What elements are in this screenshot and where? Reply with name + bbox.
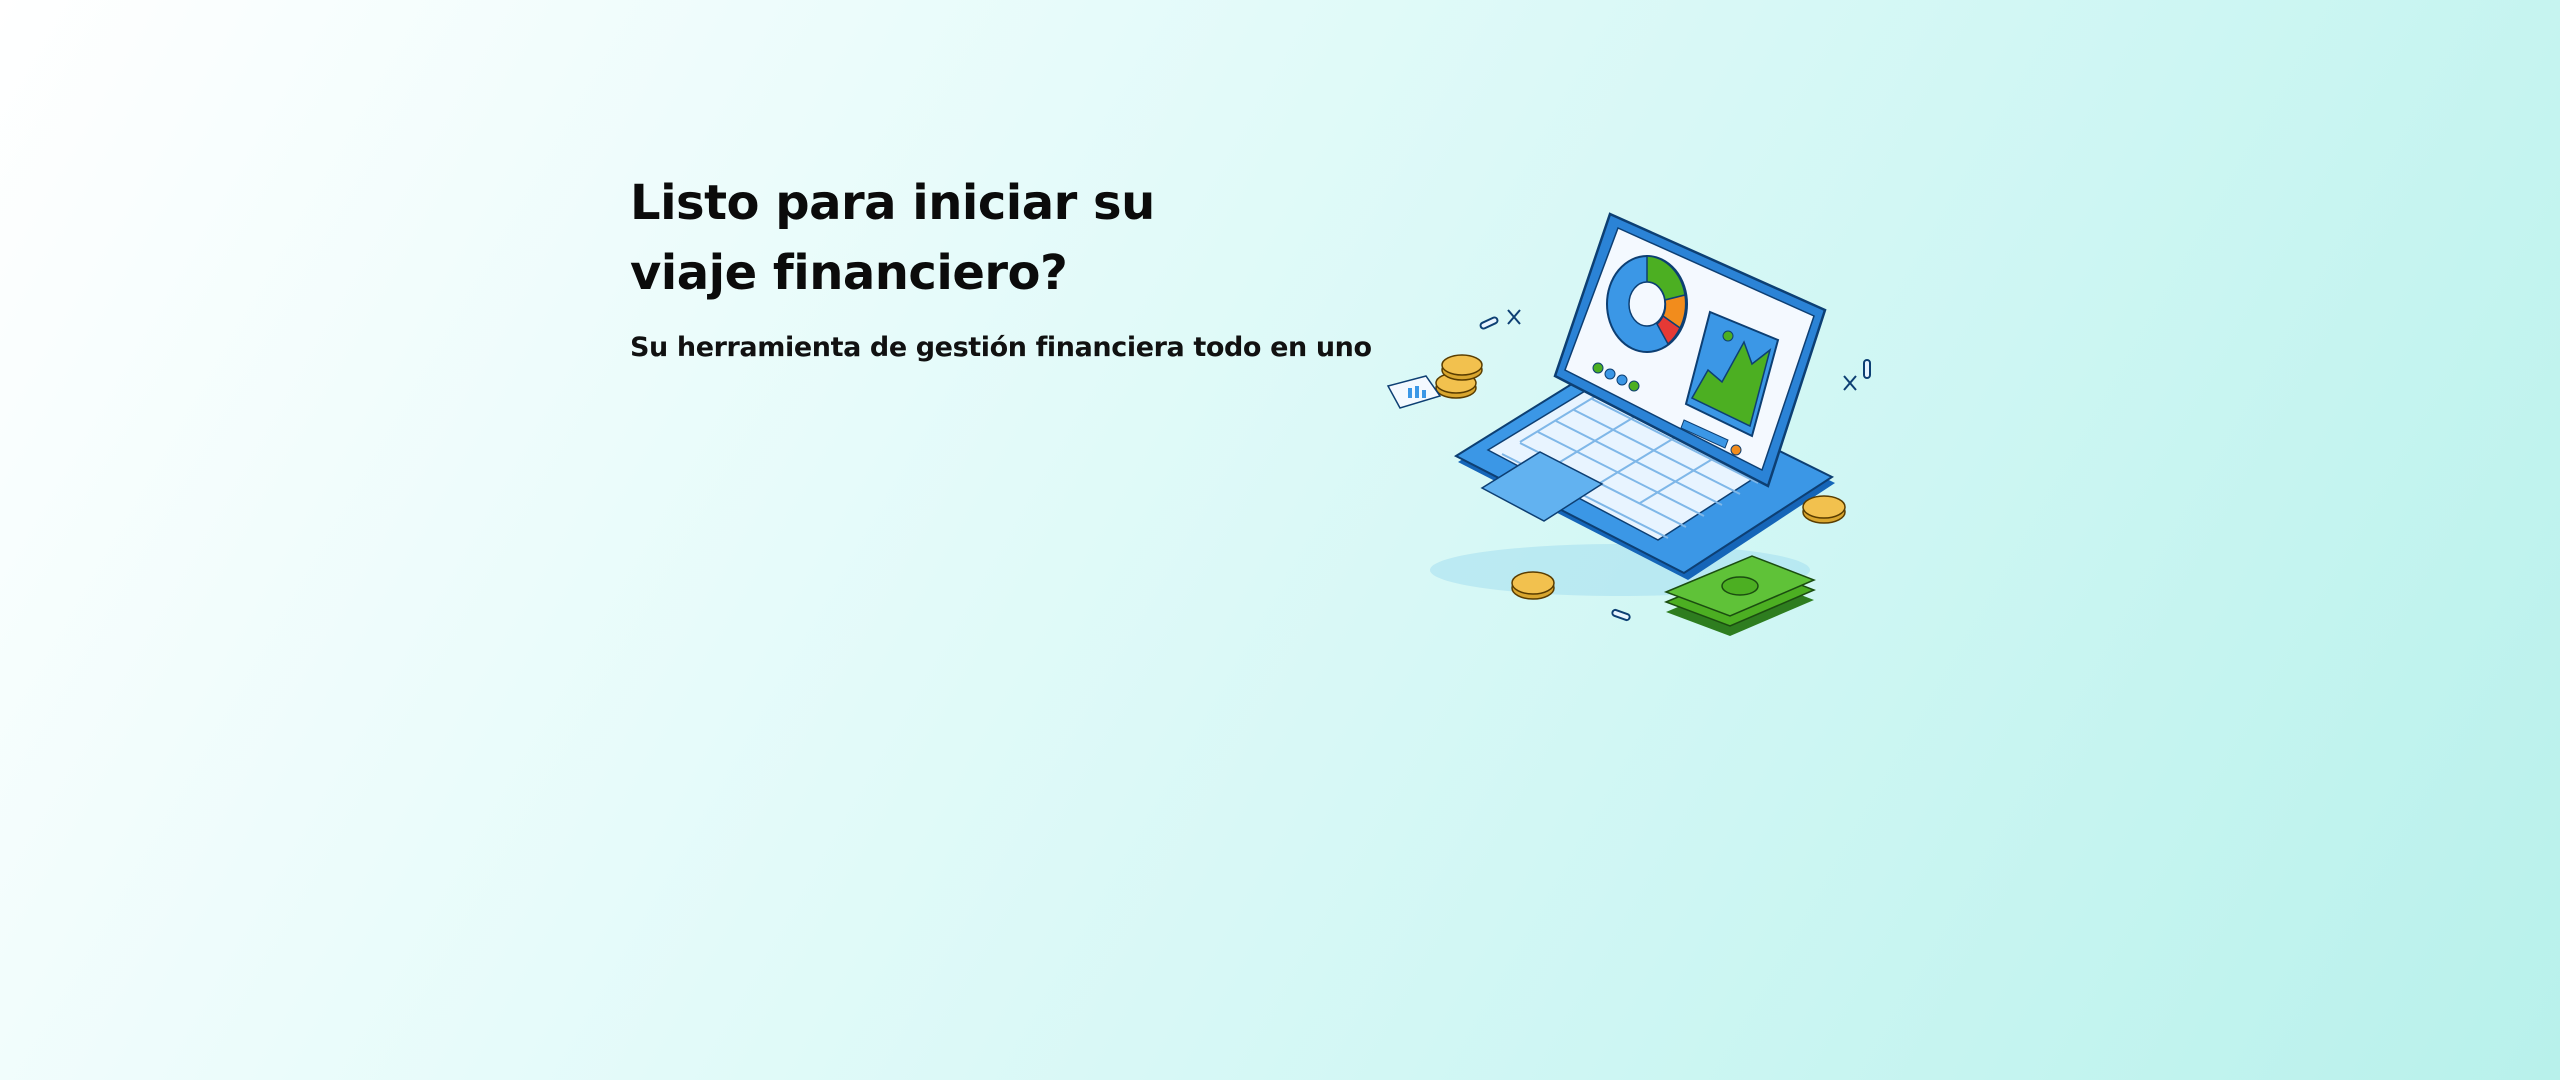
hero-title: Listo para iniciar su viaje financiero? — [630, 168, 1390, 308]
receipt-icon — [1386, 375, 1442, 409]
hero-section: Listo para iniciar su viaje financiero? … — [0, 0, 2560, 1080]
hero-title-line-2: viaje financiero? — [630, 245, 1068, 301]
hero-text-block: Listo para iniciar su viaje financiero? … — [630, 168, 1390, 366]
coin-stack-left-icon — [1435, 354, 1483, 399]
coin-right-icon — [1802, 495, 1846, 524]
laptop-finance-icon — [1386, 212, 1871, 636]
hero-subtitle: Su herramienta de gestión financiera tod… — [630, 332, 1372, 363]
donut-chart-icon — [1606, 255, 1688, 353]
hero-title-line-1: Listo para iniciar su — [630, 175, 1155, 231]
coin-bottom-icon — [1511, 571, 1555, 600]
